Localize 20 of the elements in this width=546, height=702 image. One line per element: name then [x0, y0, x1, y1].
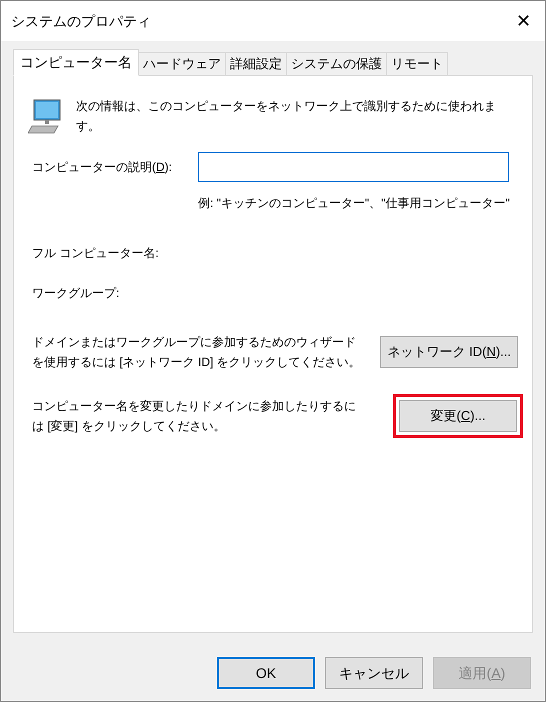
example-text: 例: "キッチンのコンピューター"、"仕事用コンピューター"	[198, 195, 511, 212]
computer-icon	[28, 98, 62, 134]
action-button[interactable]: 変更(C)...	[399, 400, 517, 432]
description-field[interactable]	[198, 152, 509, 182]
tab[interactable]: コンピューター名	[13, 49, 139, 76]
dialog-button[interactable]: OK	[217, 657, 315, 689]
tab[interactable]: ハードウェア	[139, 52, 226, 76]
instruction-text: コンピューター名を変更したりドメインに参加したりするには [変更] をクリックしてください。	[32, 398, 357, 435]
tab[interactable]: システムの保護	[287, 52, 387, 76]
full-name-label: フル コンピューター名:	[32, 245, 160, 262]
action-button[interactable]: ネットワーク ID(N)...	[380, 336, 518, 368]
tab[interactable]: 詳細設定	[226, 52, 287, 76]
close-icon[interactable]: ✕	[516, 12, 531, 30]
dialog-button[interactable]: キャンセル	[325, 657, 423, 689]
intro-text: 次の情報は、このコンピューターをネットワーク上で識別するために使われます。	[76, 98, 497, 135]
instruction-text: ドメインまたはワークグループに参加するためのウィザードを使用するには [ネットワーク ID] をクリックしてください。	[32, 334, 362, 371]
window-title: システムのプロパティ	[11, 12, 151, 30]
description-label: コンピューターの説明(D):	[32, 159, 174, 176]
tab[interactable]: リモート	[387, 52, 448, 76]
workgroup-label: ワークグループ:	[32, 285, 120, 302]
